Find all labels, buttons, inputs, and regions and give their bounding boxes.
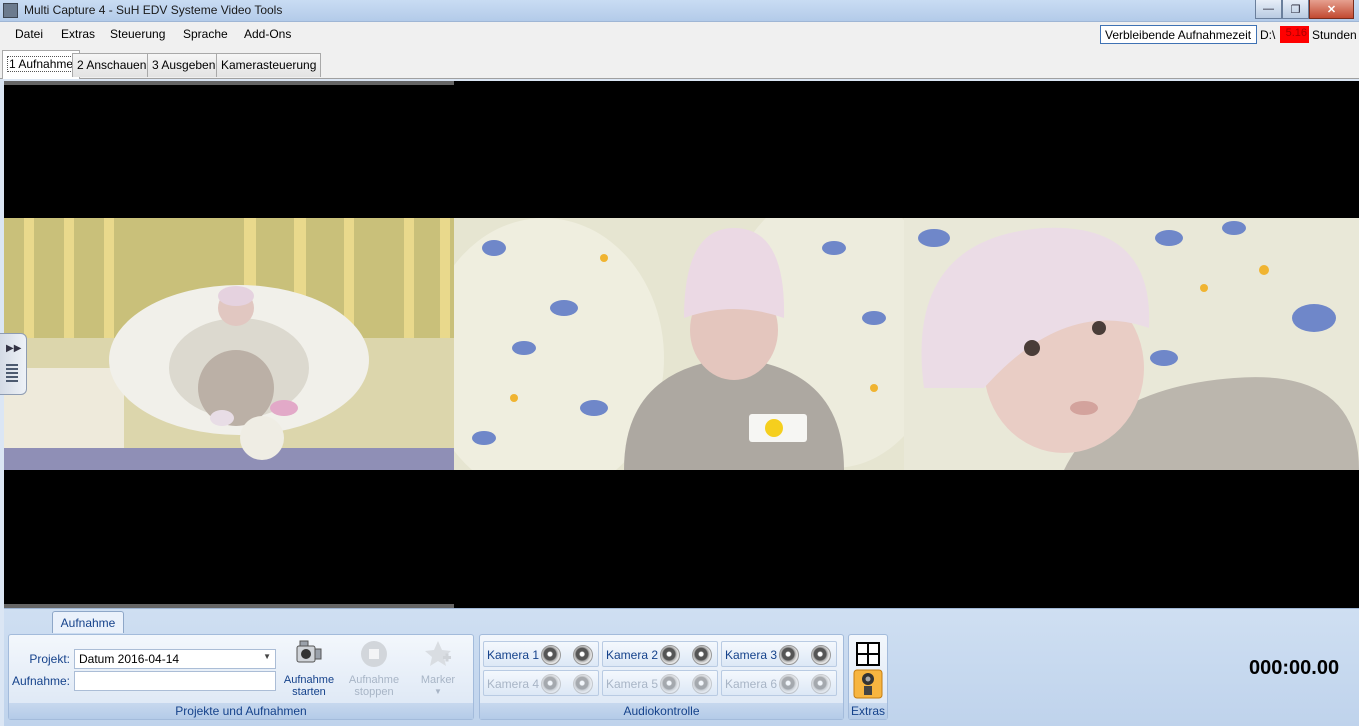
speaker-icon[interactable] [692,645,712,665]
speaker-icon [692,674,712,694]
project-label: Projekt: [29,652,70,666]
recording-timer: 000:00.00 [1249,657,1340,679]
menu-datei[interactable]: Datei [15,27,43,41]
expand-arrows-icon: ▶▶ [6,343,22,354]
grid-layout-icon[interactable] [852,640,884,668]
group-audio-label: Audiokontrolle [480,703,843,719]
tab-ausgeben[interactable]: 3 Ausgeben [147,53,221,77]
title-bar: Multi Capture 4 - SuH EDV Systeme Video … [0,0,1359,22]
speaker-icon[interactable] [811,645,831,665]
menu-steuerung[interactable]: Steuerung [110,27,165,41]
tab-aufnahme[interactable]: 1 Aufnahme [2,50,81,79]
ribbon-tab-aufnahme[interactable]: Aufnahme [52,611,124,633]
marker-button[interactable]: Marker ▼ [411,638,465,704]
stop-icon [361,641,387,667]
speaker-icon [541,674,561,694]
audio-camera-4[interactable]: Kamera 4 [483,670,599,696]
maximize-icon[interactable]: ❐ [1282,0,1309,19]
recording-name-input[interactable] [74,671,276,691]
camera-2-feed[interactable] [454,218,904,470]
recording-label: Aufnahme: [11,674,70,688]
stop-recording-button[interactable]: Aufnahme stoppen [347,638,401,704]
project-select[interactable]: Datum 2016-04-14 ▼ [74,649,276,669]
chevron-down-icon: ▼ [434,687,442,696]
tab-kamerasteuerung[interactable]: Kamerasteuerung [216,53,322,77]
audio-camera-5[interactable]: Kamera 5 [602,670,718,696]
speaker-icon[interactable] [660,645,680,665]
main-tab-bar: 1 Aufnahme 2 Anschauen 3 Ausgeben Kamera… [0,47,1359,79]
speaker-icon[interactable] [541,645,561,665]
speaker-icon [573,674,593,694]
webcam-icon[interactable] [852,669,884,699]
speaker-icon [811,674,831,694]
speaker-icon[interactable] [779,645,799,665]
window-title: Multi Capture 4 - SuH EDV Systeme Video … [24,3,283,17]
tab-anschauen[interactable]: 2 Anschauen [72,53,152,77]
grip-icon [6,364,18,382]
speaker-icon [660,674,680,694]
group-extras-label: Extras [849,703,887,719]
speaker-icon[interactable] [573,645,593,665]
menu-extras[interactable]: Extras [61,27,95,41]
marker-star-icon [425,641,451,666]
remaining-time-label: Verbleibende Aufnahmezeit [1100,25,1257,44]
app-icon[interactable] [3,3,18,18]
video-frame-edge [4,81,454,85]
menu-sprache[interactable]: Sprache [183,27,228,41]
audio-camera-3[interactable]: Kamera 3 [721,641,837,667]
chevron-down-icon: ▼ [263,652,271,661]
start-recording-button[interactable]: Aufnahme starten [282,638,336,704]
drive-label: D:\ [1260,28,1276,42]
group-projects-label: Projekte und Aufnahmen [9,703,473,719]
audio-camera-1[interactable]: Kamera 1 [483,641,599,667]
audio-camera-6[interactable]: Kamera 6 [721,670,837,696]
audio-camera-2[interactable]: Kamera 2 [602,641,718,667]
menu-add-ons[interactable]: Add-Ons [244,27,291,41]
camera-3-feed[interactable] [904,218,1359,470]
minimize-icon[interactable]: — [1255,0,1282,19]
close-icon[interactable]: ✕ [1309,0,1354,19]
speaker-icon [779,674,799,694]
camcorder-icon [296,640,322,663]
hours-unit-label: Stunden [1312,28,1357,42]
camera-1-feed[interactable] [4,218,454,470]
side-panel-handle[interactable]: ▶▶ [0,333,27,395]
remaining-hours-value: 5.16 [1280,26,1309,43]
